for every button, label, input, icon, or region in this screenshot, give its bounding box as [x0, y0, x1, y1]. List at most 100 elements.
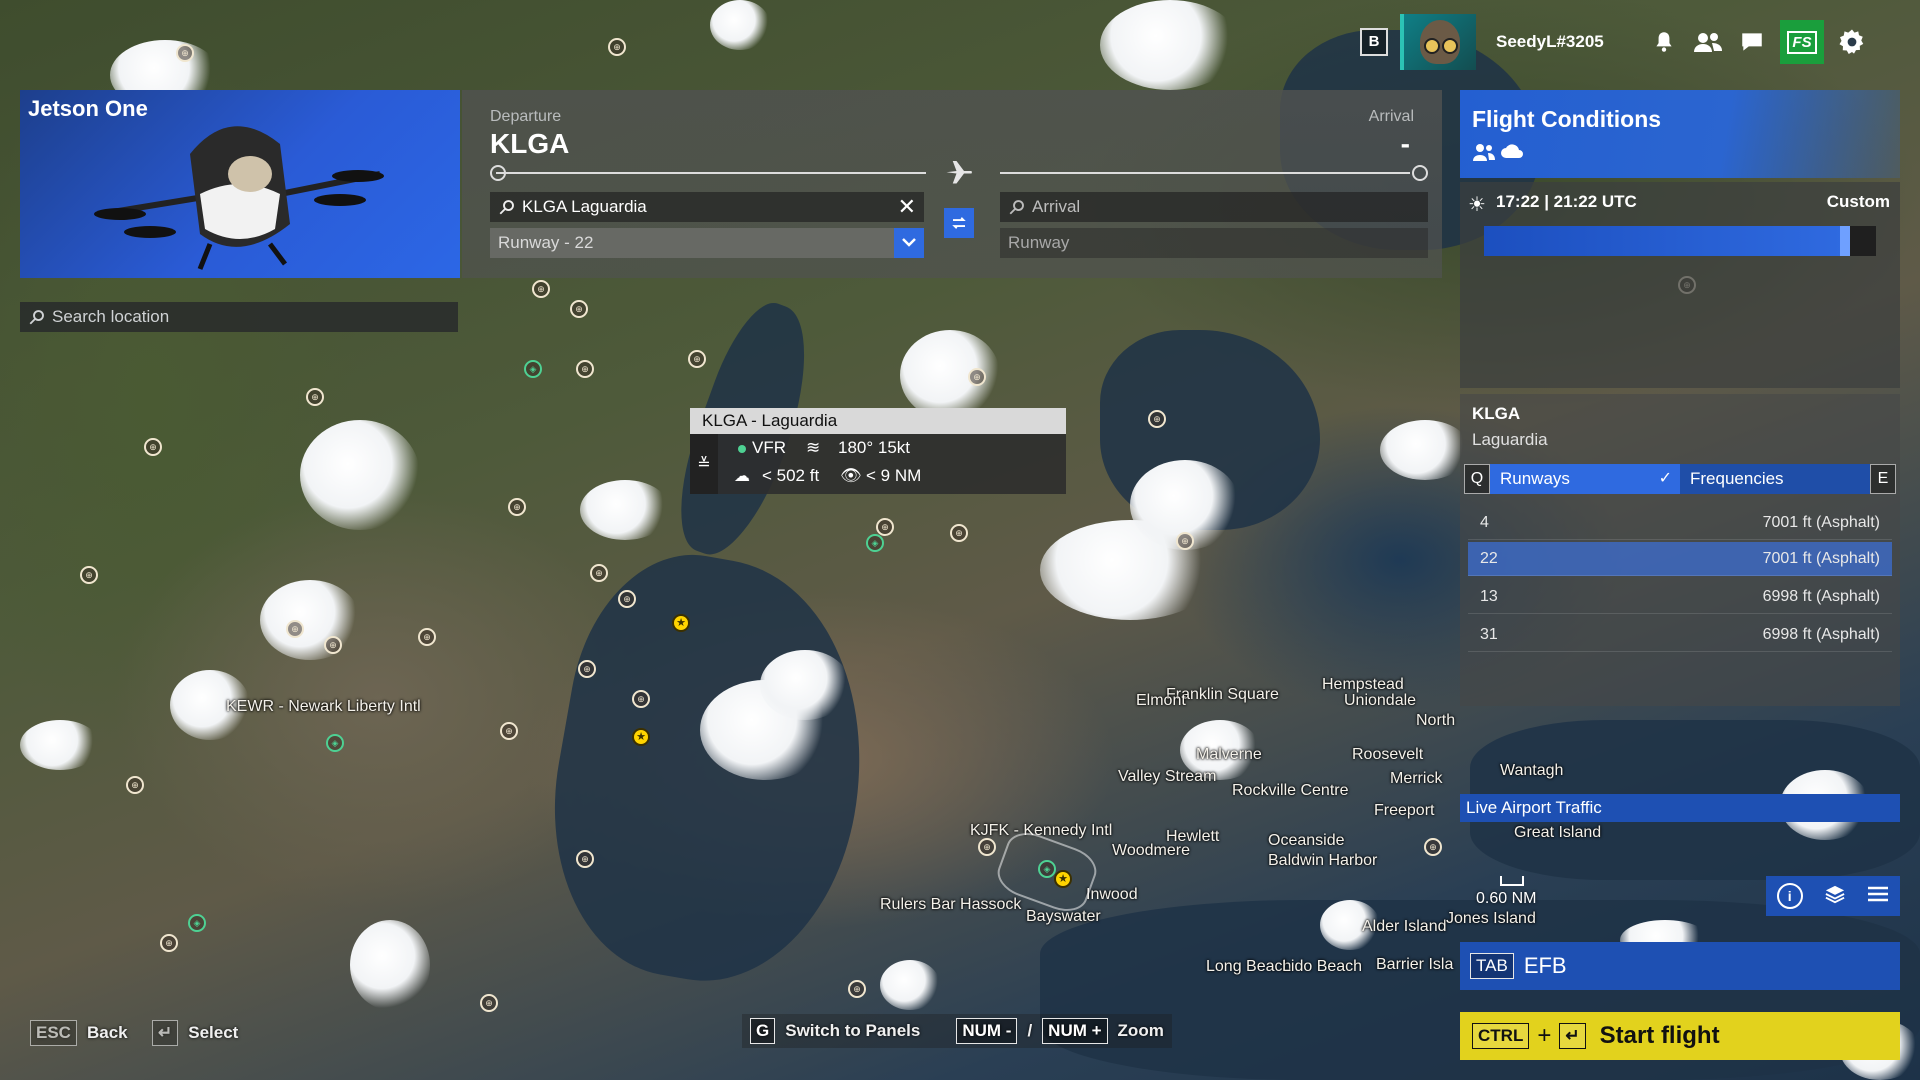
airport-marker[interactable]: ⊕: [160, 934, 178, 952]
info-icon[interactable]: i: [1776, 883, 1803, 909]
heliport-marker[interactable]: ◈: [524, 360, 542, 378]
departure-search-value: KLGA Laguardia: [522, 197, 647, 216]
b-key-badge[interactable]: B: [1360, 28, 1388, 56]
map-label: Rulers Bar Hassock: [880, 896, 1022, 913]
airport-marker[interactable]: ⊕: [570, 300, 588, 318]
plane-icon: [942, 156, 976, 191]
airport-marker[interactable]: ⊕: [978, 838, 996, 856]
map-label: Uniondale: [1344, 692, 1417, 709]
marketplace-fs-button[interactable]: FS: [1780, 20, 1824, 64]
arrival-runway-select[interactable]: Runway: [1000, 228, 1428, 258]
hint-back[interactable]: ESC Back: [30, 1020, 128, 1046]
tab-runways[interactable]: Runways ✓: [1490, 464, 1680, 494]
live-airport-traffic-button[interactable]: Live Airport Traffic: [1460, 794, 1900, 822]
clear-close-icon[interactable]: ✕: [898, 194, 916, 220]
tab-next-key[interactable]: E: [1870, 464, 1896, 494]
swap-arrows-icon: [952, 217, 966, 229]
tab-prev-key[interactable]: Q: [1464, 464, 1490, 494]
g-key: G: [750, 1018, 776, 1044]
airport-marker[interactable]: ⊕: [126, 776, 144, 794]
route-line-right: [1000, 172, 1410, 174]
heliport-marker[interactable]: ◈: [188, 914, 206, 932]
flight-conditions-title: Flight Conditions: [1472, 106, 1662, 132]
airport-marker[interactable]: ⊕: [876, 518, 894, 536]
map-label: Rockville Centre: [1232, 782, 1349, 799]
start-flight-button[interactable]: CTRL + ↵ Start flight: [1460, 1012, 1900, 1060]
runway-row[interactable]: 13 6998 ft (Asphalt): [1468, 580, 1892, 614]
airport-marker[interactable]: ⊕: [590, 564, 608, 582]
plus-sign: +: [1537, 1022, 1552, 1049]
selected-airport-marker[interactable]: ★: [632, 728, 650, 746]
notifications-bell-icon[interactable]: [1648, 26, 1680, 58]
efb-button[interactable]: TAB EFB: [1460, 942, 1900, 990]
airport-marker[interactable]: ⊕: [608, 38, 626, 56]
airport-marker[interactable]: ⊕: [1424, 838, 1442, 856]
aircraft-card[interactable]: Jetson One: [20, 90, 460, 278]
chevron-down-icon[interactable]: [894, 228, 924, 258]
airport-marker[interactable]: ⊕: [286, 620, 304, 638]
airport-marker[interactable]: ⊕: [418, 628, 436, 646]
hint-select[interactable]: ↵ Select: [152, 1020, 238, 1046]
airport-marker[interactable]: ⊕: [632, 690, 650, 708]
flight-conditions-header[interactable]: Flight Conditions: [1460, 90, 1900, 178]
airport-marker[interactable]: ⊕: [618, 590, 636, 608]
airport-tooltip[interactable]: KLGA - Laguardia ≚ VFR ≋ 180° 15kt ☁ < 5…: [690, 408, 1066, 494]
filter-list-icon[interactable]: [1867, 885, 1889, 908]
settings-gear-icon[interactable]: [1836, 26, 1868, 58]
back-label: Back: [86, 1023, 128, 1042]
runway-id: 22: [1480, 549, 1498, 567]
airport-marker[interactable]: ⊕: [688, 350, 706, 368]
tab-frequencies[interactable]: Frequencies: [1680, 464, 1870, 494]
start-flight-label: Start flight: [1599, 1022, 1720, 1049]
runway-row-selected[interactable]: 22 7001 ft (Asphalt): [1468, 542, 1892, 576]
friends-icon[interactable]: [1692, 26, 1724, 58]
airport-marker[interactable]: ⊕: [950, 524, 968, 542]
ctrl-key: CTRL: [1472, 1023, 1530, 1049]
heliport-marker[interactable]: ◈: [866, 534, 884, 552]
avatar[interactable]: [1400, 14, 1476, 70]
airport-marker[interactable]: ⊕: [968, 368, 986, 386]
airport-marker[interactable]: ⊕: [500, 722, 518, 740]
cloud: [1100, 0, 1240, 90]
airport-marker[interactable]: ⊕: [576, 360, 594, 378]
airport-marker[interactable]: ⊕: [324, 636, 342, 654]
airport-marker[interactable]: ⊕: [80, 566, 98, 584]
swap-route-button[interactable]: [944, 208, 974, 238]
runway-row[interactable]: 4 7001 ft (Asphalt): [1468, 506, 1892, 540]
time-slider-handle[interactable]: [1839, 226, 1850, 256]
avatar-face: [1420, 20, 1460, 64]
heliport-marker[interactable]: ◈: [326, 734, 344, 752]
airport-marker[interactable]: ⊕: [532, 280, 550, 298]
layers-icon[interactable]: [1824, 884, 1846, 909]
airport-marker[interactable]: ⊕: [176, 44, 194, 62]
arrival-placeholder: Arrival: [1032, 197, 1081, 216]
airport-marker[interactable]: ⊕: [576, 850, 594, 868]
search-icon: [499, 200, 514, 215]
airport-marker[interactable]: ⊕: [848, 980, 866, 998]
departure-runway-select[interactable]: Runway - 22: [490, 228, 924, 258]
route-panel: Departure KLGA Arrival - KLGA Laguardia …: [462, 90, 1442, 278]
time-mode[interactable]: Custom: [1827, 192, 1890, 212]
num-plus-key[interactable]: NUM +: [1042, 1018, 1108, 1044]
switch-panels-label[interactable]: Switch to Panels: [785, 1021, 920, 1041]
chat-icon[interactable]: [1736, 26, 1768, 58]
arrival-search-field[interactable]: Arrival: [1000, 192, 1428, 222]
water-body: [525, 537, 895, 1003]
visibility-eye-icon: 👁: [840, 466, 862, 485]
airport-marker[interactable]: ⊕: [1176, 532, 1194, 550]
airport-marker[interactable]: ⊕: [480, 994, 498, 1012]
map-label: Woodmere: [1112, 842, 1190, 859]
runway-row[interactable]: 31 6998 ft (Asphalt): [1468, 618, 1892, 652]
num-minus-key[interactable]: NUM -: [956, 1018, 1018, 1044]
airport-marker[interactable]: ⊕: [1148, 410, 1166, 428]
selected-airport-marker[interactable]: ★: [672, 614, 690, 632]
airport-marker[interactable]: ⊕: [306, 388, 324, 406]
airport-marker[interactable]: ⊕: [144, 438, 162, 456]
departure-search-field[interactable]: KLGA Laguardia ✕: [490, 192, 924, 222]
airport-marker[interactable]: ⊕: [508, 498, 526, 516]
search-location-placeholder: Search location: [52, 307, 170, 326]
search-location-input[interactable]: Search location: [20, 302, 458, 332]
airport-marker[interactable]: ⊕: [578, 660, 596, 678]
time-slider[interactable]: [1484, 226, 1876, 256]
username[interactable]: SeedyL#3205: [1488, 32, 1636, 52]
